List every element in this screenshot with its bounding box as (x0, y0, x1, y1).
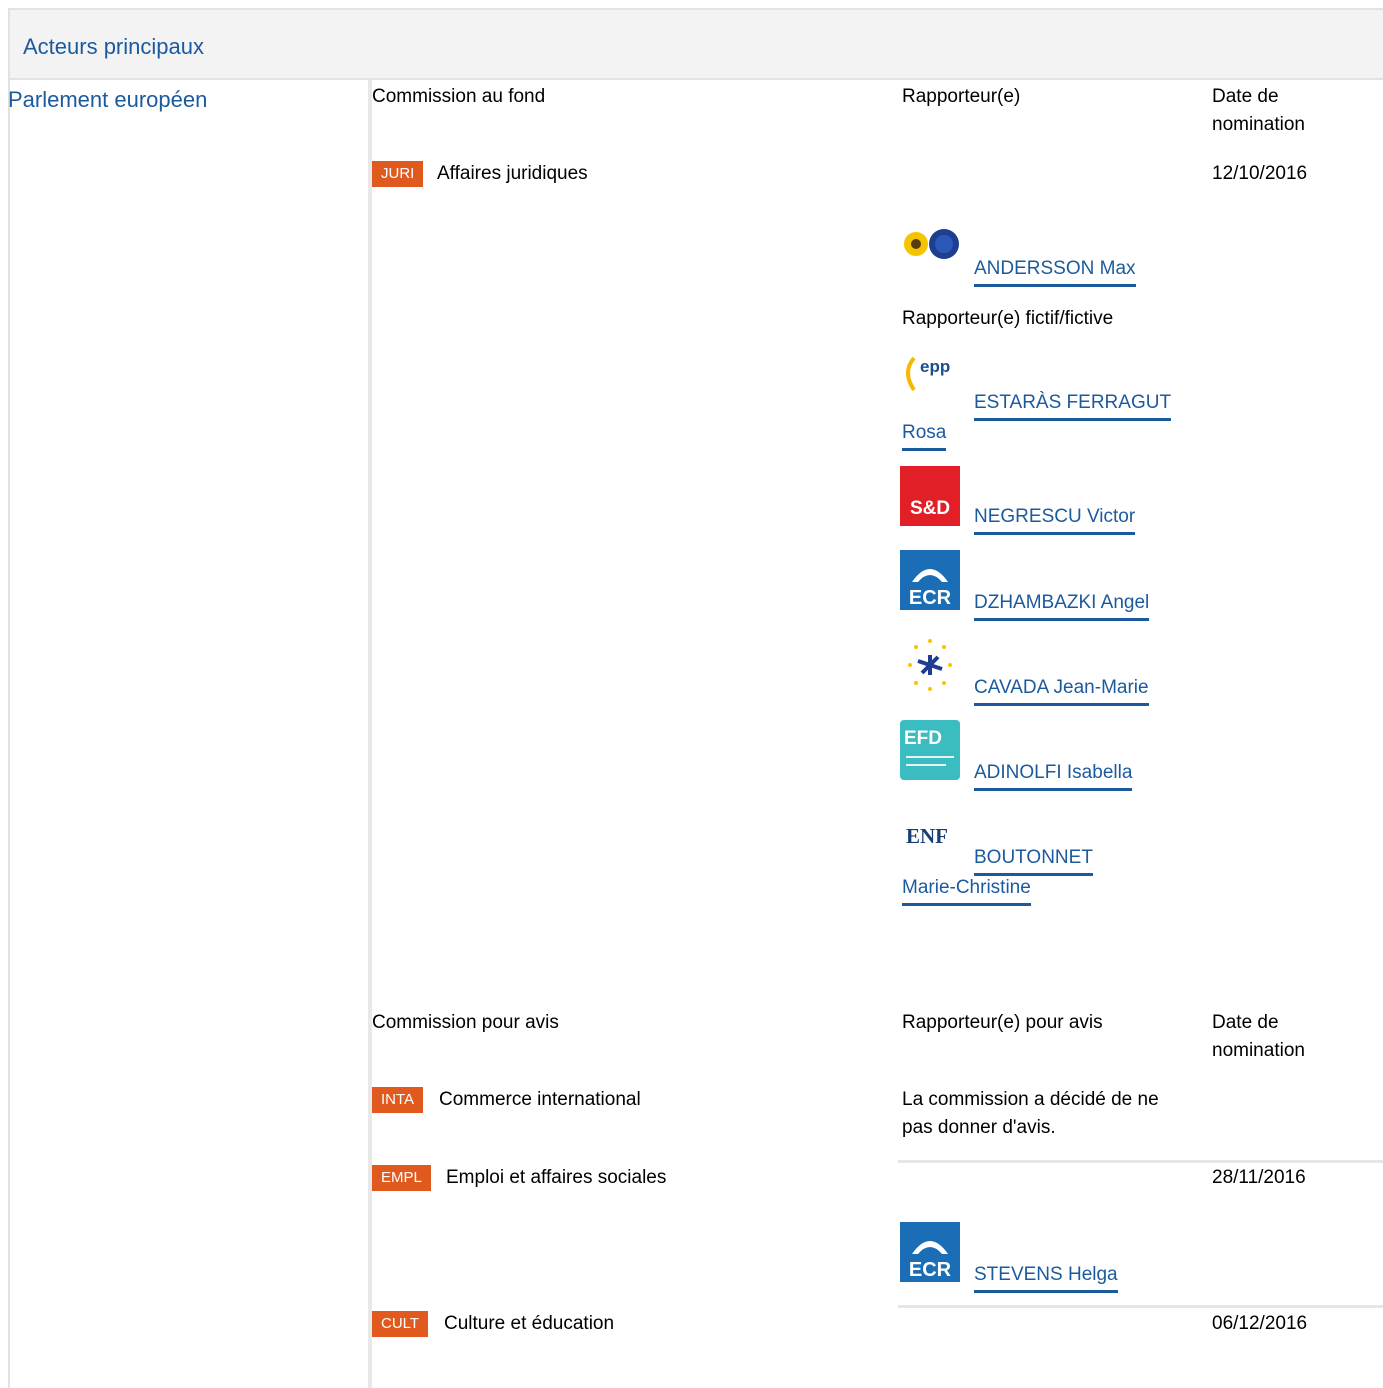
committee-name-empl: Emploi et affaires sociales (446, 1167, 667, 1188)
svg-text:ENF: ENF (906, 824, 948, 848)
greens-efa-logo-icon (904, 229, 959, 259)
col-header-opinion-date-line1: Date de (1212, 1012, 1279, 1033)
inta-note-line1: La commission a décidé de ne (902, 1089, 1159, 1110)
date-juri: 12/10/2016 (1212, 163, 1308, 184)
rapporteur-link-stevens[interactable]: STEVENS Helga (974, 1260, 1118, 1293)
sd-logo-icon: S&D (900, 466, 960, 526)
committee-tag-empl: EMPL (372, 1165, 431, 1191)
shadow-link-estaras-ferragut-line1[interactable]: ESTARÀS FERRAGUT (974, 388, 1172, 421)
parliament-title: Parlement européen (8, 87, 208, 112)
shadow-link-adinolfi[interactable]: ADINOLFI Isabella (974, 758, 1133, 791)
efdd-logo-icon: EFD (900, 720, 960, 780)
committee-tag-juri: JURI (372, 161, 424, 187)
svg-text:S&D: S&D (910, 498, 950, 519)
section-title: Acteurs principaux (23, 34, 204, 59)
epp-logo-icon: epp (900, 352, 960, 412)
inta-note-line2: pas donner d'avis. (902, 1117, 1056, 1138)
section-header: Acteurs principaux (10, 10, 1383, 80)
row-divider (898, 1305, 1383, 1308)
svg-text:epp: epp (920, 357, 950, 376)
col-header-opinion-rapporteur: Rapporteur(e) pour avis (902, 1012, 1103, 1033)
committee-name-inta: Commerce international (439, 1089, 641, 1110)
date-cult: 06/12/2016 (1212, 1313, 1308, 1334)
ecr-logo-icon: ECR (900, 1222, 960, 1282)
col-header-rapporteur: Rapporteur(e) (902, 86, 1021, 107)
svg-text:ECR: ECR (909, 587, 952, 609)
rapporteur-link-andersson[interactable]: ANDERSSON Max (974, 254, 1136, 287)
col-header-date-line2: nomination (1212, 114, 1305, 135)
committee-tag-inta: INTA (372, 1087, 424, 1113)
enf-logo-icon: ENF (900, 805, 960, 865)
shadow-link-cavada[interactable]: CAVADA Jean-Marie (974, 673, 1149, 706)
shadow-rapporteur-label: Rapporteur(e) fictif/fictive (902, 308, 1114, 329)
col-header-lead-committee: Commission au fond (372, 86, 546, 107)
svg-text:EFD: EFD (904, 728, 942, 749)
date-empl: 28/11/2016 (1212, 1167, 1306, 1188)
col-header-opinion-date-line2: nomination (1212, 1040, 1305, 1061)
svg-text:ECR: ECR (909, 1259, 952, 1281)
shadow-link-boutonnet-line1[interactable]: BOUTONNET (974, 843, 1093, 876)
row-divider (898, 1160, 1383, 1163)
committee-tag-cult: CULT (372, 1311, 429, 1337)
col-header-date-line1: Date de (1212, 86, 1279, 107)
shadow-link-estaras-ferragut-line2[interactable]: Rosa (902, 418, 947, 451)
committee-name-juri: Affaires juridiques (437, 163, 588, 184)
ecr-logo-icon: ECR (900, 550, 960, 610)
alde-logo-icon (900, 635, 960, 695)
shadow-link-boutonnet-line2[interactable]: Marie-Christine (902, 873, 1031, 906)
committee-name-cult: Culture et éducation (444, 1313, 615, 1334)
shadow-link-dzhambazki[interactable]: DZHAMBAZKI Angel (974, 588, 1150, 621)
shadow-link-negrescu[interactable]: NEGRESCU Victor (974, 502, 1136, 535)
col-header-opinion-committee: Commission pour avis (372, 1012, 559, 1033)
